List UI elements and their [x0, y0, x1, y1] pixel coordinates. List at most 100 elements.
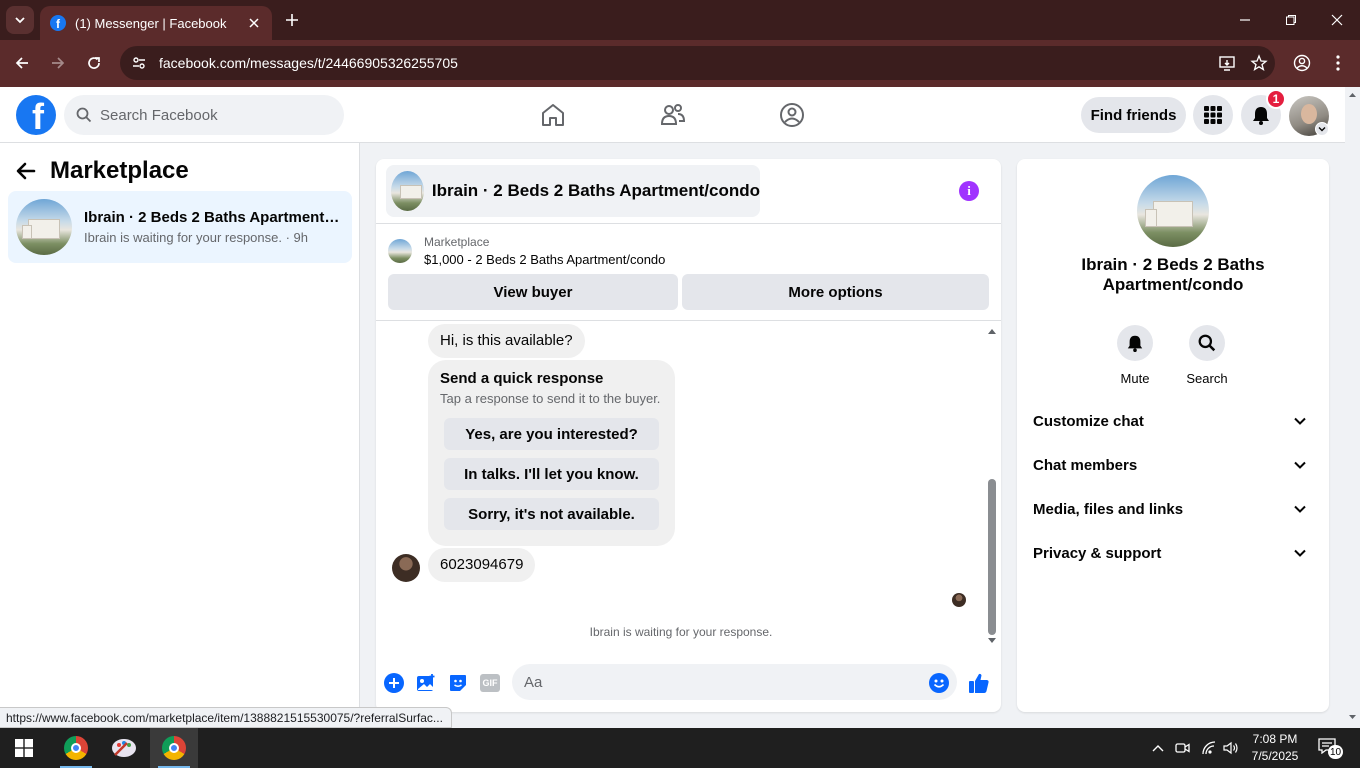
conversation-name: Ibrain · 2 Beds 2 Baths Apartment/condo — [84, 209, 340, 226]
find-friends-button[interactable]: Find friends — [1081, 97, 1186, 133]
conversation-item[interactable]: Ibrain · 2 Beds 2 Baths Apartment/condo … — [8, 191, 352, 263]
groups-icon — [780, 103, 804, 127]
site-info-icon[interactable] — [122, 46, 156, 80]
message-input[interactable] — [524, 673, 904, 691]
page-scrollbar[interactable] — [1345, 87, 1360, 728]
menu-grid-button[interactable] — [1193, 95, 1233, 135]
chevron-down-icon — [1294, 417, 1306, 425]
search-conversation-button[interactable]: Search — [1182, 325, 1232, 386]
quick-response-card: Send a quick response Tap a response to … — [428, 360, 675, 546]
search-box[interactable] — [64, 95, 344, 135]
wifi-icon[interactable] — [1198, 728, 1220, 768]
message-composer: GIF — [376, 659, 1001, 709]
listing-summary[interactable]: Marketplace $1,000 - 2 Beds 2 Baths Apar… — [388, 235, 665, 267]
message-bubble: Hi, is this available? — [428, 324, 585, 358]
browser-menu-icon[interactable] — [1325, 50, 1351, 76]
chevron-down-icon — [1294, 549, 1306, 557]
sticker-icon[interactable] — [446, 671, 470, 695]
facebook-logo[interactable]: f — [16, 95, 56, 135]
buyer-avatar[interactable] — [392, 554, 420, 582]
listing-avatar — [16, 199, 72, 255]
friends-icon — [660, 104, 686, 125]
mute-button[interactable]: Mute — [1110, 325, 1160, 386]
restore-button[interactable] — [1276, 6, 1306, 34]
quick-response-subtitle: Tap a response to send it to the buyer. — [440, 391, 661, 406]
close-window-button[interactable] — [1322, 6, 1352, 34]
gif-icon[interactable]: GIF — [478, 671, 502, 695]
chat-members-section[interactable]: Chat members — [1025, 445, 1321, 485]
chat-panel: Ibrain · 2 Beds 2 Baths Apartment/condo … — [376, 159, 1001, 712]
attach-photo-icon[interactable] — [414, 671, 438, 695]
new-tab-button[interactable] — [280, 8, 304, 32]
meet-now-icon[interactable] — [1172, 728, 1194, 768]
message-bubble: 6023094679 — [428, 548, 536, 582]
quick-response-option[interactable]: Yes, are you interested? — [444, 418, 659, 450]
quick-response-option[interactable]: Sorry, it's not available. — [444, 498, 659, 530]
browser-tab[interactable]: f (1) Messenger | Facebook — [40, 6, 272, 40]
conversation-info-panel: Ibrain · 2 Beds 2 Baths Apartment/condo … — [1017, 159, 1329, 712]
more-actions-plus-icon[interactable] — [382, 671, 406, 695]
close-icon — [1331, 14, 1343, 26]
back-arrow-icon[interactable] — [16, 162, 36, 180]
back-button[interactable] — [9, 50, 35, 76]
chat-header[interactable]: Ibrain · 2 Beds 2 Baths Apartment/condo — [386, 165, 760, 217]
volume-icon[interactable] — [1220, 728, 1242, 768]
section-label: Media, files and links — [1033, 500, 1184, 518]
view-buyer-button[interactable]: View buyer — [388, 274, 678, 310]
tab-title: (1) Messenger | Facebook — [75, 15, 227, 31]
show-hidden-icons-button[interactable] — [1148, 728, 1168, 768]
bookmark-star-icon[interactable] — [1243, 47, 1275, 79]
conversation-preview-text: Ibrain is waiting for your response. — [84, 230, 282, 245]
section-label: Chat members — [1033, 456, 1138, 474]
conversations-panel: Marketplace Ibrain · 2 Beds 2 Baths Apar… — [0, 143, 360, 728]
taskbar-chrome-profile-app[interactable] — [150, 728, 198, 768]
home-nav-button[interactable] — [533, 95, 573, 135]
quick-response-title: Send a quick response — [440, 370, 604, 387]
waiting-status: Ibrain is waiting for your response. — [589, 625, 773, 639]
tab-close-icon[interactable] — [246, 15, 262, 31]
more-options-button[interactable]: More options — [682, 274, 989, 310]
taskbar-paint-app[interactable] — [100, 728, 148, 768]
info-icon[interactable]: i — [959, 181, 979, 201]
profile-account-icon[interactable] — [1289, 50, 1315, 76]
chevron-up-icon — [1152, 745, 1164, 752]
panel-title: Marketplace — [50, 157, 189, 184]
search-icon — [1198, 334, 1216, 352]
address-bar[interactable]: facebook.com/messages/t/2446690532625570… — [120, 46, 1275, 80]
privacy-support-section[interactable]: Privacy & support — [1025, 533, 1321, 573]
notification-center-button[interactable]: 10 — [1318, 738, 1344, 759]
conversation-time: 9h — [293, 230, 309, 245]
search-input[interactable] — [100, 106, 320, 124]
windows-taskbar: 7:08 PM 7/5/2025 10 — [0, 728, 1360, 768]
tab-search-button[interactable] — [6, 6, 34, 34]
message-input-box[interactable] — [512, 664, 957, 700]
thumbs-up-icon[interactable] — [967, 671, 991, 695]
chevron-down-icon — [1294, 505, 1306, 513]
start-button[interactable] — [0, 728, 48, 768]
customize-chat-section[interactable]: Customize chat — [1025, 401, 1321, 441]
listing-title: $1,000 - 2 Beds 2 Baths Apartment/condo — [424, 252, 666, 267]
chevron-down-icon — [1294, 461, 1306, 469]
taskbar-chrome-app[interactable] — [52, 728, 100, 768]
chat-scrollbar[interactable] — [986, 325, 998, 647]
media-files-links-section[interactable]: Media, files and links — [1025, 489, 1321, 529]
system-clock[interactable]: 7:08 PM 7/5/2025 — [1240, 731, 1310, 765]
scrollbar-thumb[interactable] — [988, 479, 996, 635]
browser-toolbar: facebook.com/messages/t/2446690532625570… — [0, 40, 1360, 87]
bell-icon — [1253, 107, 1269, 125]
install-app-icon[interactable] — [1211, 47, 1243, 79]
notification-count-badge: 10 — [1328, 745, 1344, 759]
account-caret-icon[interactable] — [1315, 122, 1329, 136]
browser-tab-strip: f (1) Messenger | Facebook — [0, 0, 1360, 40]
read-receipt-avatar — [952, 593, 966, 607]
forward-button[interactable] — [45, 50, 71, 76]
reload-button[interactable] — [81, 50, 107, 76]
grid-menu-icon — [1204, 106, 1222, 124]
groups-nav-button[interactable] — [772, 95, 812, 135]
minimize-button[interactable] — [1230, 6, 1260, 34]
quick-response-option[interactable]: In talks. I'll let you know. — [444, 458, 659, 490]
restore-icon — [1286, 15, 1296, 25]
emoji-icon[interactable] — [927, 671, 951, 695]
facebook-header: f Find friends — [0, 87, 1345, 143]
friends-nav-button[interactable] — [653, 95, 693, 135]
